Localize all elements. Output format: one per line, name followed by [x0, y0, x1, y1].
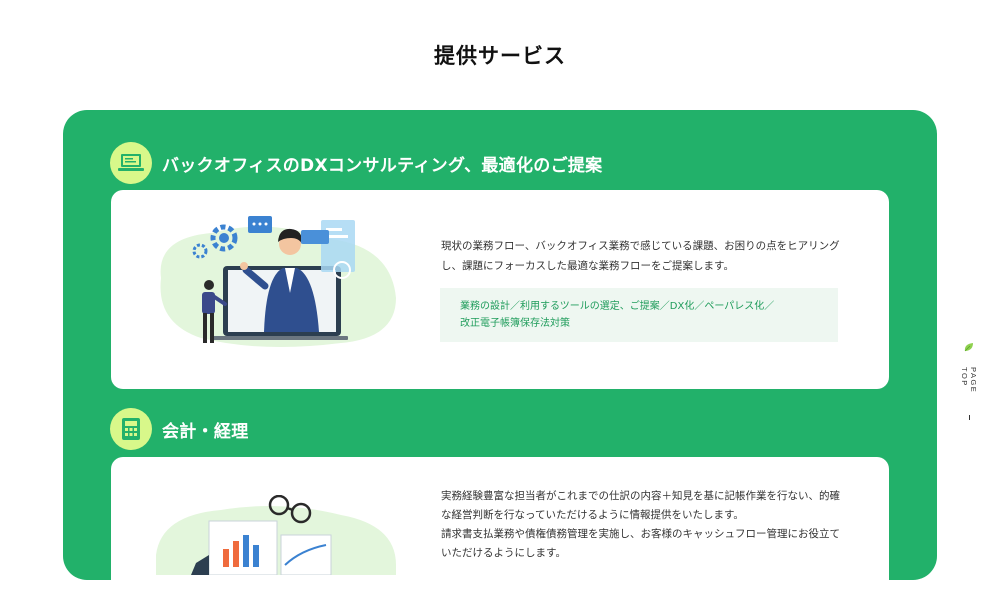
service-card-accounting: 実務経験豊富な担当者がこれまでの仕訳の内容＋知見を基に記帳作業を行ない、的確 な… [111, 457, 889, 597]
description-line: 実務経験豊富な担当者がこれまでの仕訳の内容＋知見を基に記帳作業を行ない、的確 [441, 490, 840, 502]
section-header-accounting: 会計・経理 [110, 408, 249, 450]
service-card-dx: 現状の業務フロー、バックオフィス業務で感じている課題、お困りの点をヒアリング し… [111, 190, 889, 389]
section-title-dx: バックオフィスのDXコンサルティング、最適化のご提案 [162, 155, 603, 176]
accounting-illustration [151, 494, 401, 579]
section-header-dx: バックオフィスのDXコンサルティング、最適化のご提案 [110, 142, 602, 184]
page-title: 提供サービス [434, 44, 566, 68]
page-top-label: PAGE TOP [960, 367, 978, 394]
page-top-link[interactable]: PAGE TOP [958, 338, 980, 420]
description-line: 請求書支払業務や債権債務管理を実施し、お客様のキャッシュフロー管理にお役立て [441, 528, 840, 540]
tags-line: 改正電子帳簿保存法対策 [460, 318, 570, 329]
section-title-accounting: 会計・経理 [162, 421, 249, 442]
leaf-icon [963, 338, 975, 357]
description-line: いただけるようにします。 [441, 547, 566, 559]
section-description-dx: 現状の業務フロー、バックオフィス業務で感じている課題、お困りの点をヒアリング し… [441, 236, 841, 276]
calculator-icon [110, 408, 152, 450]
tags-line: 業務の設計／利用するツールの選定、ご提案／DX化／ペーパレス化／ [460, 301, 775, 312]
description-line: し、課題にフォーカスした最適な業務フローをご提案します。 [441, 260, 734, 272]
laptop-icon [110, 142, 152, 184]
section-description-accounting: 実務経験豊富な担当者がこれまでの仕訳の内容＋知見を基に記帳作業を行ない、的確 な… [441, 487, 841, 563]
consulting-illustration [151, 208, 401, 362]
services-panel: バックオフィスのDXコンサルティング、最適化のご提案 現状の業務フロー、バックオ… [63, 110, 937, 597]
description-line: 現状の業務フロー、バックオフィス業務で感じている課題、お困りの点をヒアリング [441, 240, 840, 252]
page-top-line [968, 414, 970, 420]
service-tags-box: 業務の設計／利用するツールの選定、ご提案／DX化／ペーパレス化／ 改正電子帳簿保… [440, 288, 838, 342]
description-line: な経営判断を行なっていただけるように情報提供をいたします。 [441, 509, 744, 521]
